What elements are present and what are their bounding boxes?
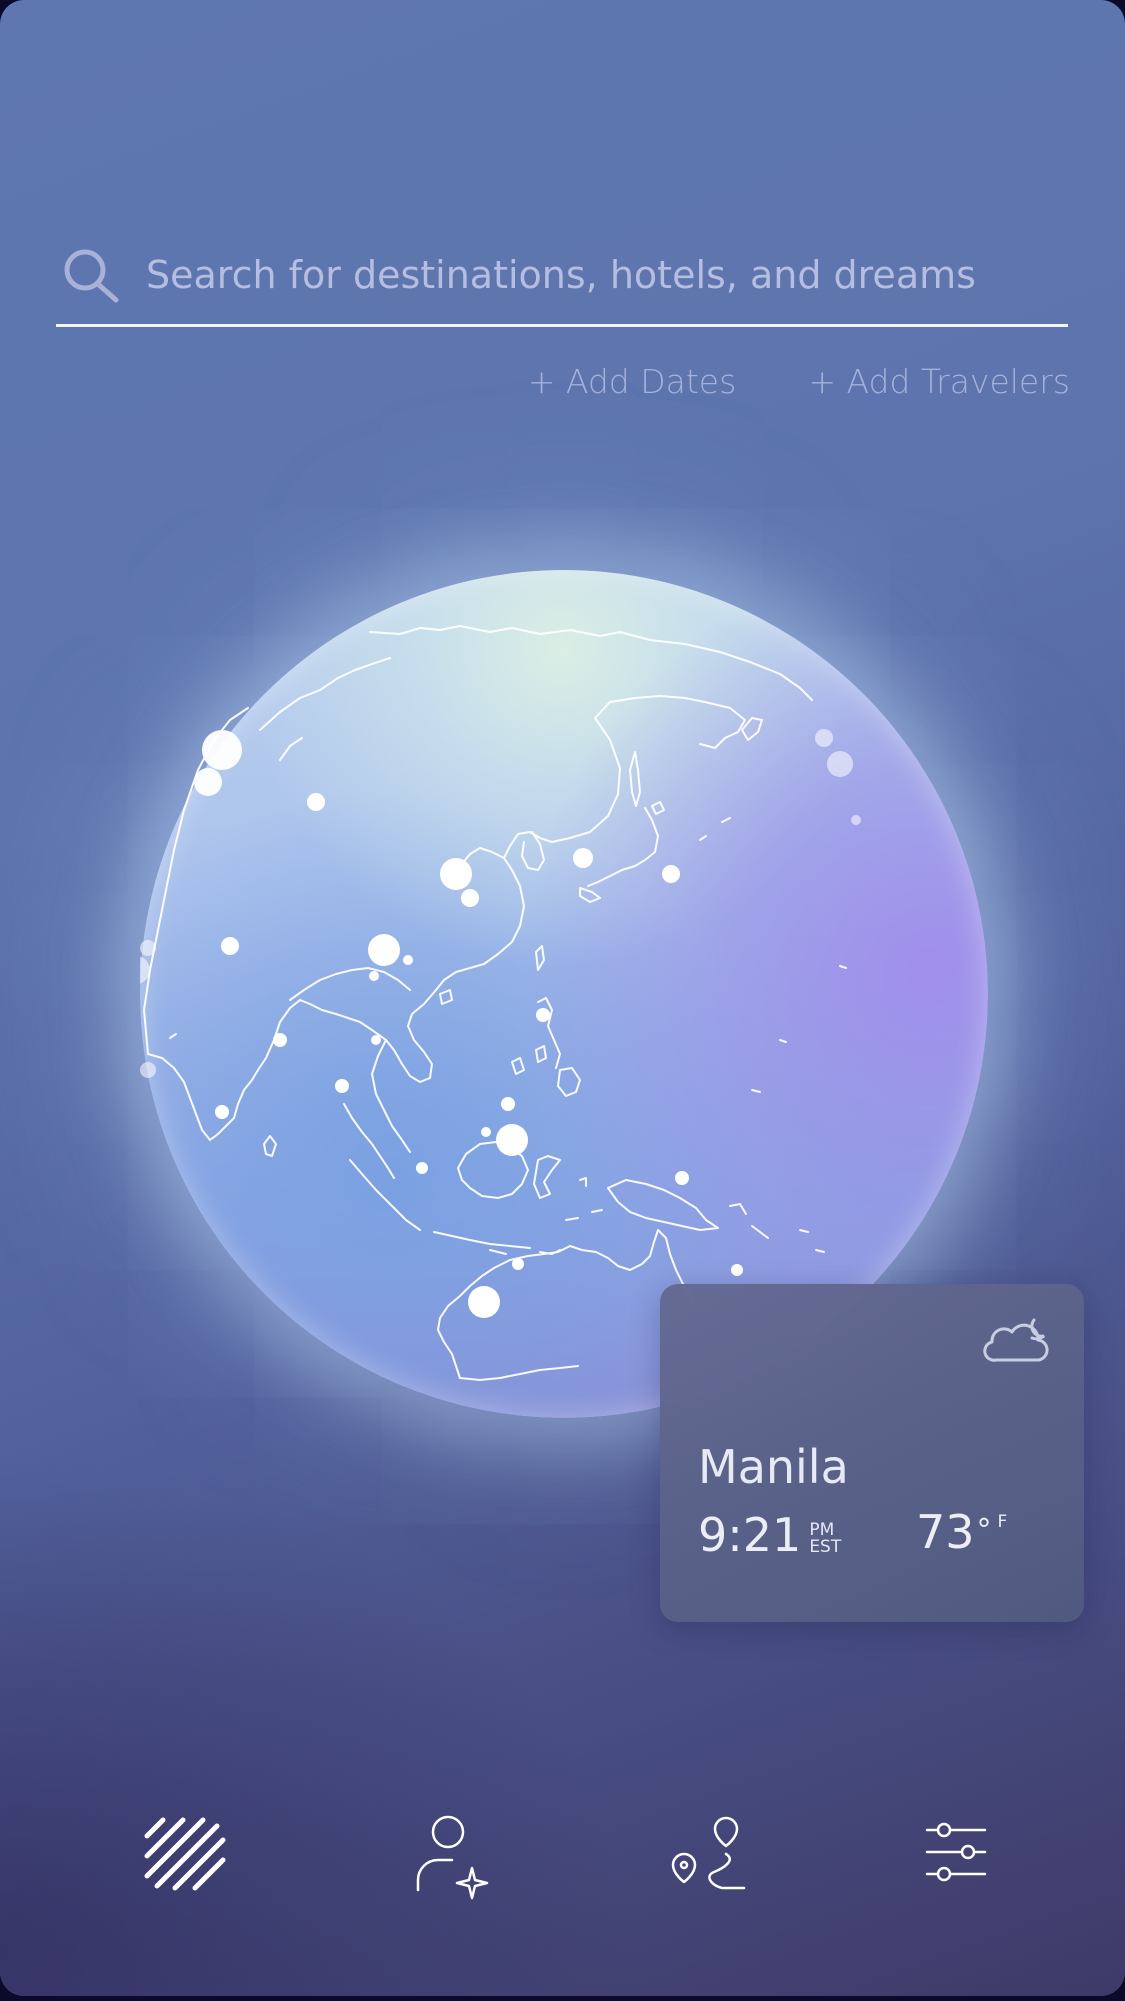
- nav-routes[interactable]: [660, 1808, 760, 1908]
- add-dates-link[interactable]: + Add Dates: [528, 362, 737, 401]
- partly-cloudy-night-icon: [983, 1318, 1049, 1362]
- time-value: 9:21: [698, 1508, 802, 1562]
- nav-settings[interactable]: [905, 1808, 1005, 1908]
- explore-stripes-icon: [144, 1817, 226, 1891]
- nav-explore[interactable]: [135, 1808, 235, 1908]
- trip-options: + Add Dates + Add Travelers: [528, 362, 1070, 401]
- temperature: 73 ° F: [916, 1506, 1007, 1558]
- weather-city: Manila: [698, 1440, 849, 1494]
- nav-profile[interactable]: [400, 1808, 500, 1908]
- route-map-icon: [671, 1816, 746, 1890]
- search-icon[interactable]: [60, 243, 124, 307]
- screen-bottom-edge: [0, 1996, 1125, 2001]
- temperature-unit: F: [997, 1512, 1008, 1532]
- weather-card[interactable]: Manila 9:21 PM EST 73 ° F: [660, 1284, 1084, 1622]
- profile-sparkle-icon: [416, 1815, 489, 1900]
- settings-sliders-icon: [925, 1822, 987, 1882]
- search-bar: [56, 232, 1068, 327]
- add-travelers-link[interactable]: + Add Travelers: [808, 362, 1070, 401]
- local-time: 9:21 PM EST: [698, 1512, 841, 1558]
- time-zone: EST: [809, 1537, 842, 1557]
- search-input[interactable]: [144, 239, 1068, 311]
- time-meta: PM EST: [809, 1522, 841, 1556]
- app-screen: + Add Dates + Add Travelers: [0, 0, 1125, 1996]
- temperature-value: 73: [916, 1505, 975, 1559]
- bottom-nav: [0, 1808, 1125, 1918]
- degree-symbol: °: [976, 1513, 992, 1548]
